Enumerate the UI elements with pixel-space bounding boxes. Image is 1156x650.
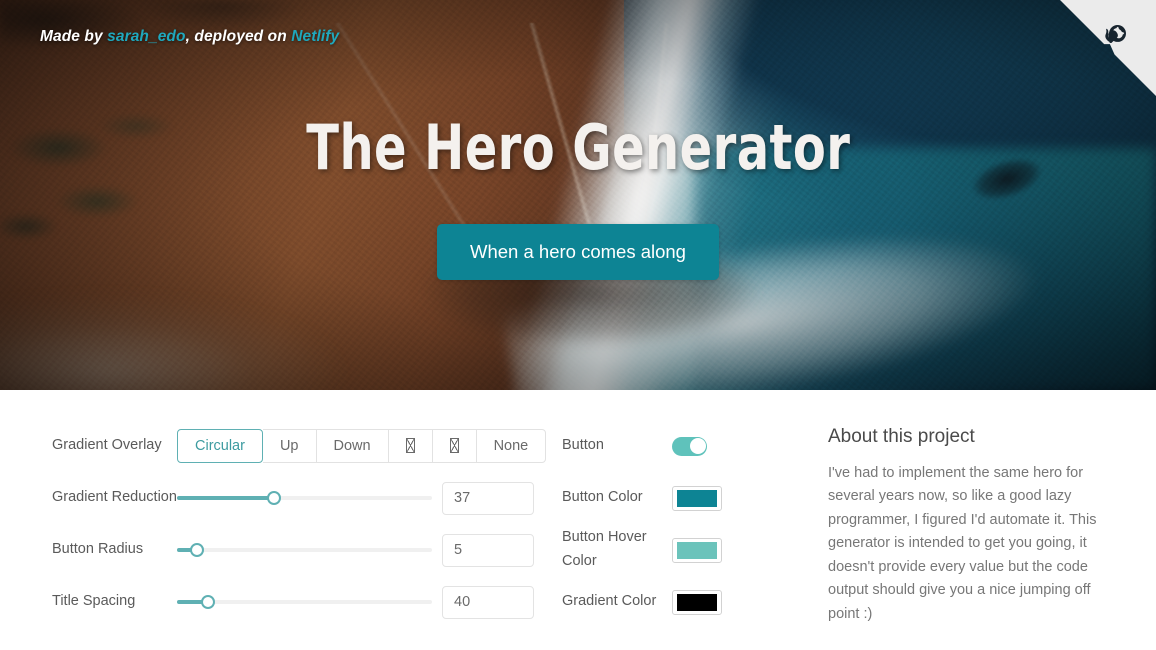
hero-content: The Hero Generator When a hero comes alo…	[0, 0, 1156, 390]
button-radius-input[interactable]	[442, 533, 534, 567]
button-toggle-row: Button	[562, 420, 806, 472]
gradient-color-swatch[interactable]	[672, 589, 722, 615]
hero-title: The Hero Generator	[305, 110, 851, 184]
title-spacing-row: Title Spacing	[52, 576, 536, 628]
credit-prefix: Made by	[40, 28, 108, 45]
hero-cta-button[interactable]: When a hero comes along	[437, 223, 719, 280]
missing-glyph-icon	[449, 438, 459, 453]
about-body: I've had to implement the same hero for …	[828, 465, 1097, 622]
button-toggle-label: Button	[562, 437, 604, 454]
button-radius-label: Button Radius	[52, 541, 144, 558]
controls-column-left: Gradient Overlay Circular Up Down None G…	[36, 420, 547, 650]
gradient-overlay-option-circular[interactable]: Circular	[177, 429, 263, 463]
credit-host-link[interactable]: Netlify	[291, 28, 339, 45]
title-spacing-input[interactable]	[442, 585, 534, 619]
gradient-reduction-input[interactable]	[442, 481, 534, 515]
button-hover-color-row: Button Hover Color	[562, 524, 806, 576]
controls-panel: Gradient Overlay Circular Up Down None G…	[0, 390, 1156, 650]
gradient-color-row: Gradient Color	[562, 576, 806, 628]
hero-credit: Made by sarah_edo, deployed on Netlify	[40, 28, 339, 46]
credit-middle: , deployed on	[185, 28, 292, 45]
github-octocat-icon	[1060, 0, 1156, 96]
title-spacing-slider[interactable]	[177, 592, 432, 612]
slider-thumb[interactable]	[266, 491, 281, 505]
gradient-overlay-option-missing-glyph-1[interactable]	[387, 429, 432, 463]
about-title: About this project	[828, 426, 975, 447]
gradient-reduction-label: Gradient Reduction	[52, 489, 177, 506]
gradient-reduction-slider[interactable]	[177, 488, 432, 508]
button-hover-color-label: Button Hover Color	[562, 529, 647, 569]
gradient-overlay-segmented-control: Circular Up Down None	[177, 429, 547, 463]
gradient-overlay-row: Gradient Overlay Circular Up Down None	[52, 420, 547, 472]
hero-section: Made by sarah_edo, deployed on Netlify T…	[0, 0, 1156, 390]
gradient-color-label: Gradient Color	[562, 593, 657, 610]
about-section: About this project I've had to implement…	[806, 420, 1120, 650]
gradient-overlay-option-missing-glyph-2[interactable]	[431, 429, 476, 463]
gradient-overlay-label: Gradient Overlay	[52, 437, 162, 454]
toggle-knob	[689, 438, 706, 454]
button-color-row: Button Color	[562, 472, 806, 524]
credit-author-link[interactable]: sarah_edo	[107, 28, 185, 45]
gradient-overlay-option-up[interactable]: Up	[262, 429, 316, 463]
button-color-label: Button Color	[562, 489, 643, 506]
missing-glyph-icon	[405, 438, 415, 453]
button-color-swatch[interactable]	[672, 485, 722, 511]
button-visibility-toggle[interactable]	[672, 436, 707, 456]
github-corner-link[interactable]	[1060, 0, 1156, 96]
slider-thumb[interactable]	[200, 595, 215, 609]
slider-thumb[interactable]	[190, 543, 205, 557]
title-spacing-label: Title Spacing	[52, 593, 136, 610]
button-hover-color-swatch[interactable]	[672, 537, 722, 563]
gradient-reduction-row: Gradient Reduction	[52, 472, 536, 524]
gradient-overlay-option-down[interactable]: Down	[315, 429, 388, 463]
controls-column-middle: Button Button Color Button Hover Color G…	[536, 420, 806, 650]
button-radius-slider[interactable]	[177, 540, 432, 560]
button-radius-row: Button Radius	[52, 524, 536, 576]
